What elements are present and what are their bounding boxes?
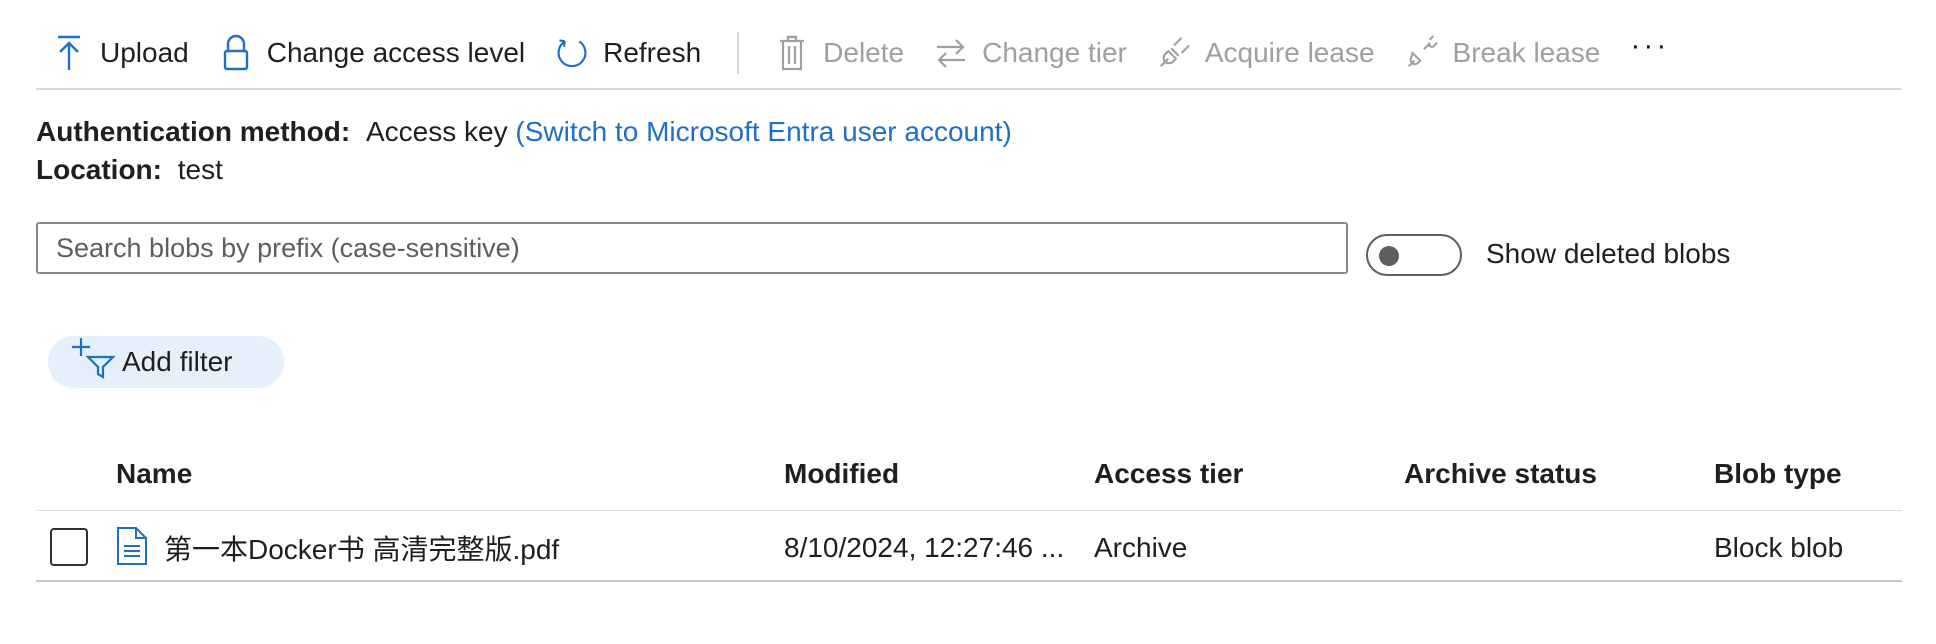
break-lease-button[interactable]: Break lease: [1391, 25, 1617, 81]
column-header-modified[interactable]: Modified: [784, 458, 899, 490]
add-filter-label: Add filter: [122, 346, 233, 377]
acquire-lease-label: Acquire lease: [1204, 37, 1375, 68]
show-deleted-blobs-toggle[interactable]: [1366, 234, 1462, 276]
blob-modified: 8/10/2024, 12:27:46 ...: [784, 532, 1065, 563]
column-header-blob-type[interactable]: Blob type: [1714, 458, 1842, 490]
location-value: test: [177, 154, 223, 185]
plug-icon: [1157, 33, 1191, 73]
blob-type: Block blob: [1714, 532, 1844, 563]
header-divider: [36, 510, 1902, 511]
change-tier-label: Change tier: [982, 37, 1127, 68]
search-placeholder: Search blobs by prefix (case-sensitive): [56, 232, 520, 263]
refresh-icon: [555, 33, 589, 73]
unplug-icon: [1405, 33, 1439, 73]
swap-arrows-icon: [934, 33, 968, 73]
acquire-lease-button[interactable]: Acquire lease: [1143, 25, 1391, 81]
search-blobs-input[interactable]: Search blobs by prefix (case-sensitive): [36, 222, 1348, 274]
toolbar-divider: [737, 32, 740, 74]
row-checkbox[interactable]: [50, 528, 88, 566]
blob-name[interactable]: 第一本Docker书 高清完整版.pdf: [164, 528, 559, 568]
trash-icon: [775, 33, 809, 73]
authentication-method-line: Authentication method: Access key (Switc…: [36, 116, 1012, 148]
switch-to-entra-link[interactable]: (Switch to Microsoft Entra user account): [515, 116, 1011, 147]
change-tier-button[interactable]: Change tier: [920, 25, 1143, 81]
change-access-level-label: Change access level: [266, 37, 526, 68]
refresh-label: Refresh: [603, 37, 702, 68]
authentication-method-value: Access key: [365, 116, 508, 147]
row-divider: [36, 580, 1902, 582]
lock-icon: [219, 33, 253, 73]
add-filter-button[interactable]: Add filter: [48, 336, 284, 388]
upload-icon: [52, 33, 86, 73]
command-bar: Upload Change access level Refresh Delet…: [36, 18, 1902, 90]
break-lease-label: Break lease: [1452, 37, 1601, 68]
more-options-button[interactable]: ···: [1616, 29, 1683, 63]
add-filter-icon: [72, 336, 116, 380]
column-header-access-tier[interactable]: Access tier: [1094, 458, 1243, 490]
delete-label: Delete: [823, 37, 905, 68]
column-header-name[interactable]: Name: [116, 458, 192, 490]
upload-button[interactable]: Upload: [36, 25, 205, 81]
delete-button[interactable]: Delete: [761, 25, 920, 81]
show-deleted-blobs-label: Show deleted blobs: [1486, 238, 1731, 269]
toggle-knob: [1379, 246, 1399, 266]
upload-label: Upload: [100, 37, 189, 68]
change-access-level-button[interactable]: Change access level: [205, 25, 541, 81]
document-icon: [116, 526, 148, 571]
blob-access-tier: Archive: [1094, 532, 1188, 563]
column-header-archive-status[interactable]: Archive status: [1404, 458, 1597, 490]
refresh-button[interactable]: Refresh: [541, 25, 717, 81]
authentication-method-label: Authentication method:: [36, 116, 351, 147]
location-line: Location: test: [36, 154, 223, 186]
location-label: Location:: [36, 154, 162, 185]
